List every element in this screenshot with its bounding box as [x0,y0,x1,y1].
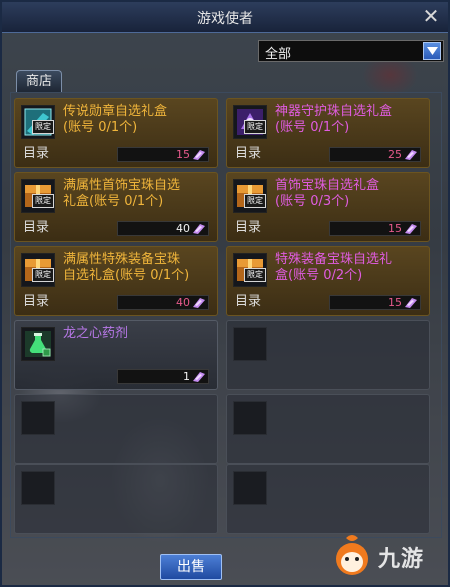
item-slot[interactable]: 限定 [21,253,55,287]
dropdown-arrow-button[interactable] [423,42,441,60]
price-display: 15 [329,295,421,310]
item-slot[interactable] [21,327,55,361]
shop-item-card[interactable]: 限定 神器守护珠自选礼盒 (账号 0/1个) 目录 25 [226,98,430,168]
close-icon: ✕ [422,4,440,28]
shop-item-card[interactable]: 限定 满属性首饰宝珠自选 礼盒(账号 0/1个) 目录 40 [14,172,218,242]
empty-item-card[interactable] [14,394,218,464]
catalog-button[interactable]: 目录 [20,219,52,237]
limited-badge: 限定 [244,268,266,282]
category-filter-dropdown[interactable]: 全部 [258,40,444,62]
empty-item-card[interactable] [226,394,430,464]
item-name: 满属性首饰宝珠自选 礼盒(账号 0/1个) [63,178,181,209]
window-title: 游戏使者 [197,11,253,27]
title-bar[interactable]: 游戏使者 ✕ [2,2,448,33]
ceramic-currency-icon [405,224,417,234]
empty-slot[interactable] [233,327,267,361]
ceramic-currency-icon [193,372,205,382]
catalog-button[interactable]: 目录 [20,293,52,311]
ceramic-currency-icon [193,150,205,160]
filter-selected-value: 全部 [265,47,292,62]
item-name: 神器守护珠自选礼盒 (账号 0/1个) [275,104,393,135]
item-slot[interactable]: 限定 [21,105,55,139]
item-slot[interactable]: 限定 [233,105,267,139]
item-slot[interactable]: 限定 [21,179,55,213]
ceramic-currency-icon [405,298,417,308]
shop-item-card[interactable]: 龙之心药剂 1 [14,320,218,390]
ceramic-currency-icon [193,224,205,234]
limited-badge: 限定 [244,120,266,134]
limited-badge: 限定 [32,194,54,208]
item-price: 15 [176,148,190,161]
chevron-down-icon [427,47,438,55]
price-display: 40 [117,295,209,310]
shop-item-card[interactable]: 限定 传说勋章自选礼盒 (账号 0/1个) 目录 15 [14,98,218,168]
price-display: 40 [117,221,209,236]
empty-slot[interactable] [233,471,267,505]
empty-item-card[interactable] [226,320,430,390]
item-name: 传说勋章自选礼盒 (账号 0/1个) [63,104,168,135]
catalog-button[interactable]: 目录 [20,145,52,163]
item-price: 15 [388,222,402,235]
item-price: 40 [176,296,190,309]
item-name: 首饰宝珠自选礼盒 (账号 0/3个) [275,178,380,209]
empty-item-card[interactable] [14,464,218,534]
catalog-button[interactable]: 目录 [232,293,264,311]
empty-slot[interactable] [21,401,55,435]
catalog-button[interactable]: 目录 [232,219,264,237]
price-display: 15 [329,221,421,236]
empty-slot[interactable] [21,471,55,505]
item-price: 1 [183,370,190,383]
game-messenger-window: 游戏使者 ✕ 全部 商店 限定 传说勋章自选礼盒 (账号 0/1个) 目录 15 [0,0,450,587]
sell-button[interactable]: 出售 [160,554,222,580]
item-slot[interactable]: 限定 [233,179,267,213]
site-watermark: 九游 [332,533,436,577]
shop-item-card[interactable]: 限定 特殊装备宝珠自选礼 盒(账号 0/2个) 目录 15 [226,246,430,316]
limited-badge: 限定 [32,120,54,134]
watermark-text: 九游 [378,547,425,572]
empty-item-card[interactable] [226,464,430,534]
empty-slot[interactable] [233,401,267,435]
price-display: 25 [329,147,421,162]
item-name: 满属性特殊装备宝珠 自选礼盒(账号 0/1个) [63,252,190,283]
catalog-button[interactable]: 目录 [232,145,264,163]
close-button[interactable]: ✕ [420,5,442,27]
green-potion-icon [25,331,51,357]
item-price: 15 [388,296,402,309]
tab-shop[interactable]: 商店 [16,70,62,93]
ceramic-currency-icon [405,150,417,160]
price-display: 15 [117,147,209,162]
limited-badge: 限定 [32,268,54,282]
item-price: 25 [388,148,402,161]
item-slot[interactable]: 限定 [233,253,267,287]
item-name: 龙之心药剂 [63,326,129,341]
price-display: 1 [117,369,209,384]
item-name: 特殊装备宝珠自选礼 盒(账号 0/2个) [275,252,393,283]
mascot-logo-icon [336,535,368,575]
ceramic-currency-icon [193,298,205,308]
item-price: 40 [176,222,190,235]
shop-item-card[interactable]: 限定 满属性特殊装备宝珠 自选礼盒(账号 0/1个) 目录 40 [14,246,218,316]
limited-badge: 限定 [244,194,266,208]
shop-item-card[interactable]: 限定 首饰宝珠自选礼盒 (账号 0/3个) 目录 15 [226,172,430,242]
